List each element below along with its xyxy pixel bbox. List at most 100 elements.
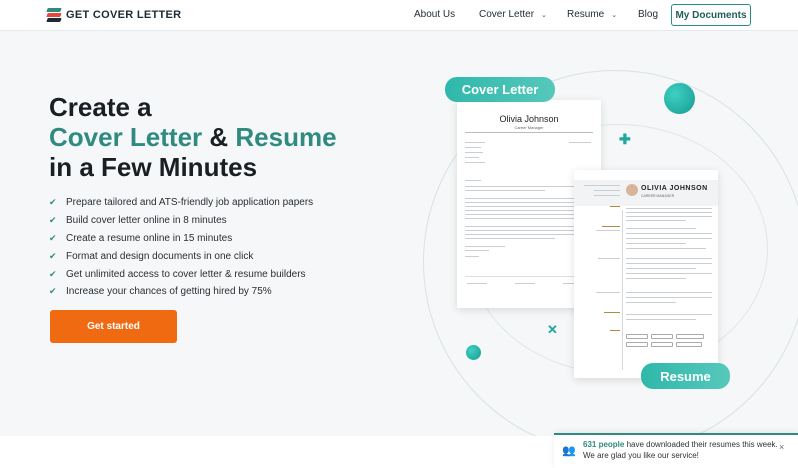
text-line: [594, 195, 620, 197]
feature-text: Prepare tailored and ATS-friendly job ap…: [66, 197, 314, 209]
text-line: [584, 185, 620, 187]
decorative-dot: [466, 345, 481, 360]
text-line: [626, 212, 712, 214]
nav-label: Cover Letter: [479, 9, 535, 20]
check-icon: ✔: [49, 250, 57, 261]
toast-subtext: We are glad you like our service!: [583, 451, 699, 460]
feature-text: Format and design documents in one click: [66, 250, 254, 262]
section-label: [610, 206, 620, 208]
text-line: [465, 230, 591, 232]
text-line: [465, 256, 479, 258]
text-line: [465, 190, 545, 192]
resume-tag: Resume: [641, 363, 730, 389]
text-line: [465, 157, 479, 159]
text-line: [569, 142, 591, 144]
resume-divider: [622, 210, 623, 370]
logo[interactable]: GET COVER LETTER: [46, 8, 181, 22]
resume-header-band: [574, 180, 718, 206]
text-line: [596, 292, 620, 294]
text-line: [626, 263, 712, 265]
rs-role: CAREER MANAGER: [641, 194, 675, 198]
chevron-down-icon: ⌄: [541, 11, 547, 19]
text-line: [626, 268, 696, 270]
text-line: [465, 214, 591, 216]
text-line: [465, 210, 591, 212]
nav-blog[interactable]: Blog: [638, 9, 658, 20]
social-proof-toast: 👥 631 people have downloaded their resum…: [554, 433, 798, 468]
text-line: [465, 198, 591, 200]
text-line: [626, 292, 712, 294]
avatar: [626, 184, 638, 196]
text-line: [596, 230, 620, 232]
text-line: [465, 226, 591, 228]
rs-name: OLIVIA JOHNSON: [641, 185, 708, 192]
feature-text: Get unlimited access to cover letter & r…: [66, 268, 306, 280]
get-started-button[interactable]: Get started: [50, 310, 177, 343]
toast-text: have downloaded their resumes this week.: [624, 440, 778, 449]
check-icon: ✔: [49, 197, 57, 208]
my-documents-button[interactable]: My Documents: [671, 4, 751, 26]
text-line: [465, 246, 505, 248]
cl-role: Career Manager: [514, 125, 544, 130]
cover-letter-tag: Cover Letter: [445, 77, 555, 102]
title-ampersand: &: [209, 122, 229, 152]
text-line: [626, 216, 712, 218]
text-line: [465, 142, 485, 144]
text-line: [626, 314, 712, 316]
text-line: [626, 319, 696, 321]
text-line: [465, 152, 483, 154]
text-line: [626, 302, 676, 304]
text-line: [465, 202, 591, 204]
resume-preview: OLIVIA JOHNSON CAREER MANAGER: [574, 170, 718, 378]
text-line: [465, 180, 481, 182]
text-line: [626, 243, 686, 245]
text-line: [626, 248, 706, 250]
text-line: [465, 234, 591, 236]
cl-rule: [465, 132, 593, 133]
skill-chip: [676, 334, 704, 339]
text-line: [626, 258, 712, 260]
close-icon[interactable]: ×: [779, 442, 784, 452]
x-sparkle-icon: ✕: [547, 322, 558, 337]
feature-item: ✔ Increase your chances of getting hired …: [49, 283, 313, 301]
feature-item: ✔ Get unlimited access to cover letter & …: [49, 265, 313, 283]
nav-cover-letter[interactable]: Cover Letter ⌄: [479, 9, 547, 20]
text-line: [465, 238, 555, 240]
text-line: [465, 186, 591, 188]
feature-text: Create a resume online in 15 minutes: [66, 232, 233, 244]
title-line-1: Create a: [49, 92, 152, 122]
skill-chip: [626, 334, 648, 339]
nav-label: Resume: [567, 9, 605, 20]
section-label: [610, 330, 620, 332]
skill-chip: [651, 334, 673, 339]
text-line: [626, 208, 712, 210]
skill-chip: [676, 342, 702, 347]
check-icon: ✔: [49, 232, 57, 243]
skill-chip: [651, 342, 673, 347]
feature-item: ✔ Build cover letter online in 8 minutes: [49, 212, 313, 230]
text-line: [626, 297, 712, 299]
text-line: [465, 206, 591, 208]
toast-count: 631 people: [583, 440, 625, 449]
nav-label: About Us: [414, 9, 456, 20]
people-icon: 👥: [562, 445, 576, 457]
site-header: GET COVER LETTER About Us Cover Letter ⌄…: [0, 0, 798, 31]
nav-resume[interactable]: Resume ⌄: [567, 9, 617, 20]
feature-item: ✔ Format and design documents in one clic…: [49, 247, 313, 265]
decorative-dot: [664, 83, 695, 114]
nav-about-us[interactable]: About Us: [414, 9, 455, 20]
text-line: [465, 250, 489, 252]
text-line: [598, 258, 620, 260]
text-line: [465, 147, 481, 149]
logo-icon: [46, 8, 62, 22]
check-icon: ✔: [49, 268, 57, 279]
text-line: [626, 228, 696, 230]
feature-text: Increase your chances of getting hired b…: [66, 286, 272, 298]
text-line: [626, 238, 712, 240]
text-line: [467, 283, 487, 285]
section-label: [604, 312, 620, 314]
text-line: [515, 283, 535, 285]
section-label: [602, 226, 620, 228]
text-line: [626, 278, 686, 280]
text-line: [626, 233, 712, 235]
